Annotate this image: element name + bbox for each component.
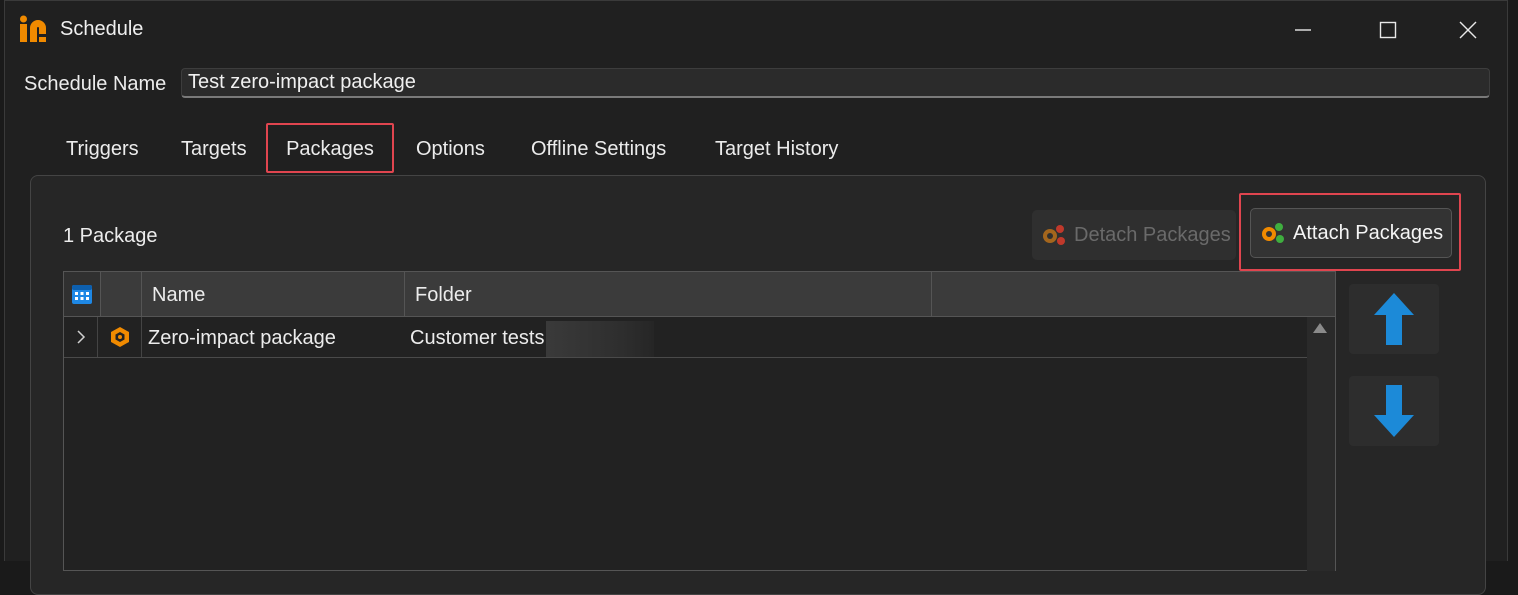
grid-scrollbar[interactable] (1307, 317, 1335, 571)
window-title: Schedule (60, 18, 144, 40)
calendar-icon (72, 285, 92, 304)
minimize-icon[interactable] (1283, 11, 1323, 49)
tab-target-history[interactable]: Target History (703, 123, 850, 173)
close-icon[interactable] (1448, 11, 1488, 49)
maximize-icon[interactable] (1368, 11, 1408, 49)
column-chooser-button[interactable] (64, 272, 101, 316)
detach-packages-button[interactable]: Detach Packages (1032, 210, 1236, 260)
row-folder: Customer tests (405, 317, 1005, 357)
row-folder-text: Customer tests (410, 327, 545, 349)
detach-packages-label: Detach Packages (1074, 223, 1231, 246)
move-down-button[interactable] (1349, 376, 1439, 446)
row-icon-cell (98, 317, 142, 357)
move-up-button[interactable] (1349, 284, 1439, 354)
grid-header: Name Folder (64, 272, 1335, 317)
column-header-folder[interactable]: Folder (405, 272, 932, 316)
attach-packages-button[interactable]: Attach Packages (1250, 208, 1452, 258)
tab-triggers[interactable]: Triggers (54, 123, 151, 173)
tab-options[interactable]: Options (404, 123, 497, 173)
scroll-up-arrow[interactable] (1313, 323, 1327, 333)
row-name: Zero-impact package (148, 327, 336, 349)
arrow-down-icon (1374, 385, 1414, 437)
attach-packages-icon (1262, 223, 1284, 243)
title-bar: Schedule (5, 1, 1507, 59)
chevron-right-icon (76, 330, 85, 344)
package-icon (110, 327, 129, 347)
arrow-up-icon (1374, 293, 1414, 345)
attach-packages-label: Attach Packages (1293, 221, 1444, 244)
packages-grid: Name Folder Zero-impact package Customer… (63, 271, 1336, 571)
detach-packages-icon (1043, 225, 1065, 245)
redacted-area (546, 320, 655, 357)
schedule-name-label: Schedule Name (24, 73, 167, 95)
package-count: 1 Package (63, 225, 158, 247)
column-header-empty (932, 272, 1337, 316)
table-row[interactable]: Zero-impact package Customer tests (64, 317, 1307, 358)
tab-packages[interactable]: Packages (266, 123, 394, 173)
header-blank (101, 272, 142, 316)
app-logo-icon (20, 15, 46, 42)
column-header-name[interactable]: Name (142, 272, 405, 316)
schedule-name-input[interactable] (181, 68, 1490, 98)
schedule-window: Schedule Schedule Name Triggers Targets … (4, 0, 1508, 595)
tab-offline-settings[interactable]: Offline Settings (519, 123, 678, 173)
tab-targets[interactable]: Targets (169, 123, 259, 173)
expand-row-button[interactable] (64, 317, 98, 357)
